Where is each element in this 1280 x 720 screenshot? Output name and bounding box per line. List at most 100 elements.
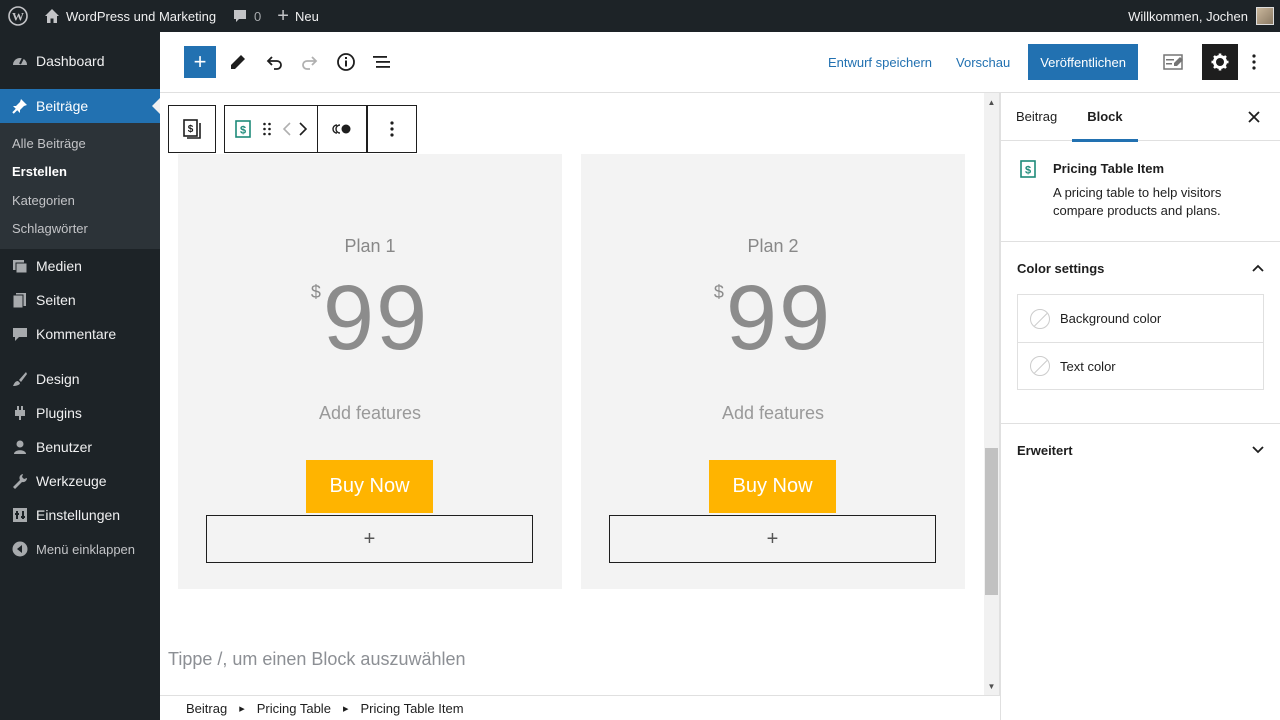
pencil-icon — [228, 52, 248, 72]
block-toolbar: $ — [224, 105, 417, 153]
comments-link[interactable]: 0 — [224, 0, 269, 32]
chevron-down-icon — [1252, 446, 1264, 454]
toolbar-group-more — [367, 106, 416, 152]
scroll-down-arrow[interactable]: ▼ — [984, 679, 999, 693]
add-block-button[interactable]: + — [184, 46, 216, 78]
dashboard-icon — [10, 51, 30, 71]
chevron-left-icon — [283, 122, 291, 136]
text-color-option[interactable]: Text color — [1018, 342, 1263, 389]
sidebar-item-label: Medien — [36, 258, 82, 274]
drag-handle[interactable] — [255, 111, 279, 147]
sidebar-item-users[interactable]: Benutzer — [0, 430, 160, 464]
color-settings-toggle[interactable]: Color settings — [1001, 242, 1280, 294]
settings-button[interactable] — [1202, 44, 1238, 80]
currency-symbol: $ — [310, 282, 321, 302]
sidebar-item-label: Plugins — [36, 405, 82, 421]
plan-features[interactable]: Add features — [581, 403, 965, 424]
canvas-scrollbar[interactable]: ▲ ▼ — [984, 93, 1000, 695]
submenu-item-categories[interactable]: Kategorien — [0, 186, 160, 215]
breadcrumb-item[interactable]: Pricing Table — [257, 701, 331, 716]
sidebar-item-pages[interactable]: Seiten — [0, 283, 160, 317]
sidebar-item-label: Kommentare — [36, 326, 117, 342]
background-color-option[interactable]: Background color — [1018, 295, 1263, 342]
sidebar-item-plugins[interactable]: Plugins — [0, 396, 160, 430]
submenu-item-tags[interactable]: Schlagwörter — [0, 215, 160, 244]
default-block-appender[interactable]: Tippe /, um einen Block auszuwählen — [168, 649, 466, 670]
sidebar-item-media[interactable]: Medien — [0, 249, 160, 283]
price-amount: 99 — [322, 267, 430, 369]
preview-button[interactable]: Vorschau — [944, 55, 1022, 70]
move-right-button[interactable] — [295, 111, 311, 147]
sidebar-item-comments[interactable]: Kommentare — [0, 317, 160, 351]
new-content-link[interactable]: + Neu — [269, 0, 327, 32]
settings-icon — [10, 505, 30, 525]
pricing-plan-card[interactable]: Plan 2 $99 Add features Buy Now + — [581, 154, 965, 589]
block-style-button[interactable] — [330, 111, 354, 147]
sidebar-item-label: Werkzeuge — [36, 473, 107, 489]
site-name-link[interactable]: WordPress und Marketing — [36, 0, 224, 32]
plan-features[interactable]: Add features — [178, 403, 562, 424]
toggle-style-icon — [331, 123, 353, 135]
plan-title[interactable]: Plan 2 — [581, 236, 965, 257]
sidebar-item-design[interactable]: Design — [0, 362, 160, 396]
add-block-appender[interactable]: + — [609, 515, 936, 563]
avatar — [1256, 7, 1274, 25]
plus-icon: + — [766, 527, 779, 550]
currency-symbol: $ — [713, 282, 724, 302]
brush-icon — [10, 369, 30, 389]
sidebar-item-collapse[interactable]: Menü einklappen — [0, 532, 160, 566]
plan-price[interactable]: $99 — [581, 272, 965, 364]
plan-price[interactable]: $99 — [178, 272, 562, 364]
undo-button[interactable] — [256, 44, 292, 80]
parent-block-selector[interactable]: $ — [168, 105, 216, 153]
save-draft-button[interactable]: Entwurf speichern — [816, 55, 944, 70]
publish-button[interactable]: Veröffentlichen — [1028, 44, 1138, 80]
block-card: $ Pricing Table Item A pricing table to … — [1001, 141, 1280, 242]
wordpress-logo-icon[interactable]: W — [0, 0, 36, 32]
submenu-item-all-posts[interactable]: Alle Beiträge — [0, 129, 160, 158]
edit-mode-button[interactable] — [220, 44, 256, 80]
sidebar-item-label: Menü einklappen — [36, 541, 136, 557]
theme-preview-button[interactable] — [1156, 44, 1192, 80]
undo-icon — [264, 52, 284, 72]
sidebar-item-posts[interactable]: Beiträge — [0, 89, 160, 123]
details-button[interactable] — [328, 44, 364, 80]
chevron-right-icon — [299, 122, 307, 136]
scrollbar-thumb[interactable] — [985, 448, 998, 595]
svg-text:$: $ — [188, 124, 194, 135]
add-block-appender[interactable]: + — [206, 515, 533, 563]
submenu-item-create[interactable]: Erstellen — [0, 158, 160, 187]
svg-text:W: W — [12, 10, 24, 24]
advanced-toggle[interactable]: Erweitert — [1001, 424, 1280, 476]
scroll-up-arrow[interactable]: ▲ — [984, 95, 999, 109]
pricing-plan-card[interactable]: Plan 1 $99 Add features Buy Now + — [178, 154, 562, 589]
buy-now-button[interactable]: Buy Now — [306, 460, 433, 513]
move-left-button[interactable] — [279, 111, 295, 147]
greeting: Willkommen, Jochen — [1128, 8, 1248, 24]
sidebar-item-tools[interactable]: Werkzeuge — [0, 464, 160, 498]
editor-canvas[interactable]: $ $ Plan 1 $99 Add features Buy Now + Pl… — [160, 93, 984, 695]
close-settings-button[interactable] — [1244, 107, 1264, 127]
home-icon — [44, 8, 60, 24]
buy-now-button[interactable]: Buy Now — [709, 460, 836, 513]
tab-post[interactable]: Beitrag — [1001, 93, 1072, 141]
settings-sidebar: Beitrag Block $ Pricing Table Item A pri… — [1000, 93, 1280, 720]
sidebar-item-label: Einstellungen — [36, 507, 121, 523]
tab-block[interactable]: Block — [1072, 93, 1139, 142]
block-type-button[interactable]: $ — [231, 111, 255, 147]
media-icon — [10, 256, 30, 276]
block-options-button[interactable] — [380, 111, 404, 147]
chevron-up-icon — [1252, 264, 1264, 272]
account-menu[interactable]: Willkommen, Jochen — [1120, 0, 1280, 32]
info-icon — [336, 52, 356, 72]
editor-header: + Entwurf speichern Vorschau Veröffentli… — [160, 32, 1280, 93]
breadcrumb-item[interactable]: Beitrag — [186, 701, 227, 716]
svg-text:$: $ — [1025, 165, 1031, 177]
list-view-button[interactable] — [364, 44, 400, 80]
sidebar-item-dashboard[interactable]: Dashboard — [0, 44, 160, 78]
plan-title[interactable]: Plan 1 — [178, 236, 562, 257]
sidebar-item-settings[interactable]: Einstellungen — [0, 498, 160, 532]
pricing-item-icon: $ — [234, 119, 252, 139]
redo-button[interactable] — [292, 44, 328, 80]
more-options-button[interactable] — [1242, 44, 1266, 80]
